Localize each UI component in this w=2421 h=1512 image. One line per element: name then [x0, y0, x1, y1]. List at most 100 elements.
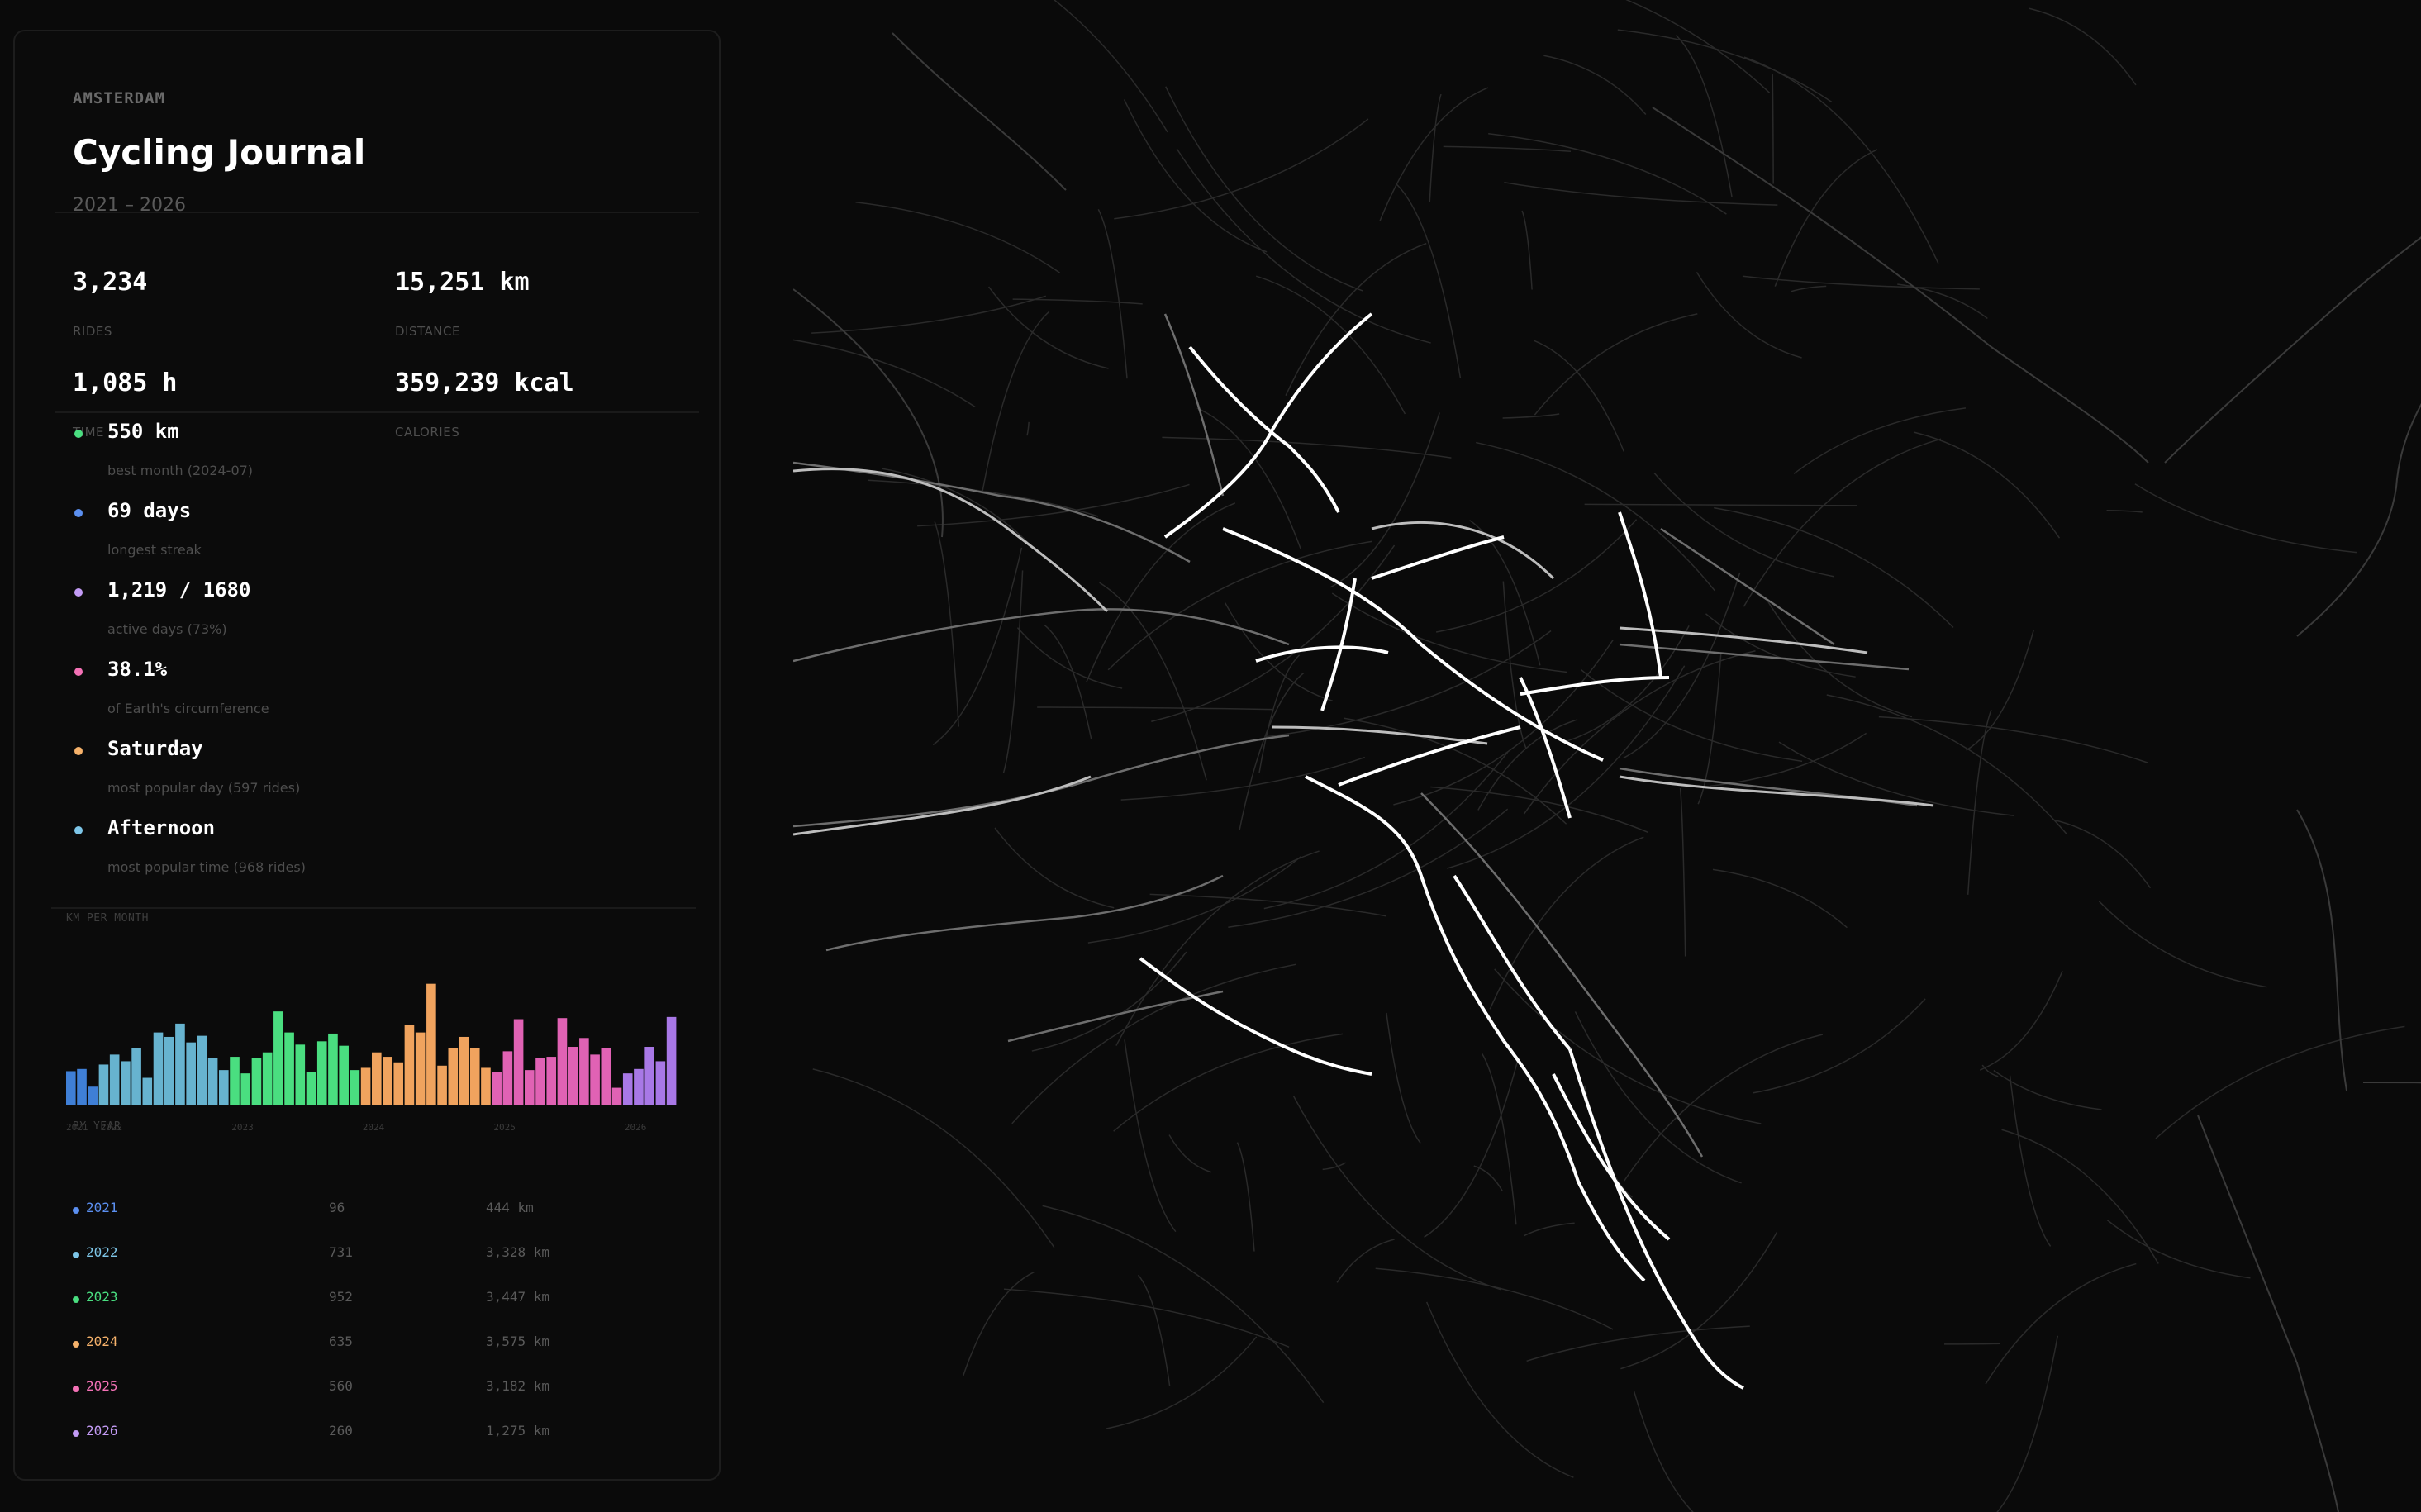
table-row[interactable]: 2022 731 3,328 km	[73, 1244, 651, 1264]
table-row[interactable]: 2024 635 3,575 km	[73, 1334, 651, 1353]
street-segment	[1752, 998, 1926, 1094]
street-segment	[1124, 1039, 1177, 1233]
chart-x-tick-label: 2023	[231, 1122, 254, 1133]
highlight-dot	[74, 668, 83, 676]
street-segment	[1196, 407, 1301, 549]
monthly-chart-label: KM PER MONTH	[66, 912, 149, 925]
table-row[interactable]: 2021 96 444 km	[73, 1200, 651, 1220]
table-row[interactable]: 2025 560 3,182 km	[73, 1378, 651, 1398]
chart-bar	[295, 1044, 306, 1105]
highlight-dot	[74, 588, 83, 597]
km-per-month-svg: 2021 2022 2023 2024 2025 2026	[66, 983, 677, 1133]
chart-bar	[383, 1057, 392, 1105]
highlight-active-days-label: active days (73%)	[107, 621, 227, 637]
chart-bar	[88, 1086, 98, 1105]
street-segment	[1026, 421, 1030, 436]
chart-bar	[546, 1057, 557, 1105]
chart-bar	[404, 1025, 415, 1105]
street-segment	[1168, 1134, 1212, 1173]
street-segment	[1336, 1239, 1395, 1283]
street-segment	[1502, 413, 1560, 419]
street-segment	[1255, 275, 1406, 415]
table-row[interactable]: 2026 260 1,275 km	[73, 1423, 651, 1443]
street-segment	[1679, 787, 1686, 957]
stats-panel: AMSTERDAM Cycling Journal 2021 – 2026 3,…	[13, 30, 721, 1481]
chart-bar	[557, 1018, 568, 1105]
street-segment	[1011, 963, 1296, 1124]
chart-bar	[175, 1023, 185, 1105]
street-segment	[1625, 0, 1771, 93]
street-segment	[1176, 148, 1431, 344]
highlight-popular-time-label: most popular time (968 rides)	[107, 859, 306, 875]
year-label: 2025	[86, 1378, 118, 1394]
table-row[interactable]: 2023 952 3,447 km	[73, 1289, 651, 1309]
chart-bar	[98, 1064, 109, 1105]
route-heatmap-map[interactable]	[793, 0, 2421, 1512]
year-km: 3,328 km	[486, 1244, 550, 1260]
chart-bar	[164, 1036, 174, 1105]
street-segment	[1225, 602, 1334, 702]
divider	[55, 411, 699, 413]
chart-bar	[579, 1038, 589, 1105]
street-segment	[882, 468, 1039, 554]
highlight-streak-label: longest streak	[107, 542, 202, 558]
stat-distance-value: 15,251 km	[395, 268, 530, 297]
chart-bar	[568, 1047, 578, 1105]
street-segment	[1979, 970, 2063, 1071]
street-segment	[1653, 473, 1834, 578]
street-segment	[1580, 668, 1803, 763]
street-segment	[1624, 1034, 1824, 1182]
chart-bar	[469, 1048, 480, 1105]
divider	[55, 212, 699, 213]
street-segment	[1584, 503, 1857, 506]
year-rides: 731	[329, 1244, 353, 1260]
street-segment	[1375, 1267, 1614, 1330]
year-rides: 952	[329, 1289, 353, 1305]
street-segment	[1913, 431, 2061, 539]
street-segment	[2001, 1129, 2159, 1264]
chart-bar	[655, 1061, 666, 1105]
stat-rides-label: RIDES	[73, 324, 112, 339]
stat-time-value: 1,085 h	[73, 368, 178, 397]
chart-bar	[251, 1058, 262, 1105]
chart-bar	[634, 1068, 644, 1105]
street-segment	[1712, 868, 1848, 929]
street-segment	[1053, 0, 1168, 133]
chart-bar	[611, 1087, 622, 1105]
chart-x-tick-label: 2026	[625, 1122, 647, 1133]
chart-bar	[601, 1048, 611, 1105]
chart-bar	[502, 1051, 513, 1106]
street-segment	[1489, 836, 1644, 1010]
street-segment	[934, 521, 959, 727]
year-label: 2026	[86, 1423, 118, 1438]
chart-bar	[350, 1070, 360, 1105]
street-segment	[1425, 1301, 1574, 1478]
year-dot	[73, 1430, 79, 1437]
highlight-dot	[74, 509, 83, 517]
year-dot	[73, 1252, 79, 1258]
street-segment	[1443, 145, 1572, 153]
chart-bar	[339, 1045, 349, 1105]
street-segment	[1292, 1096, 1501, 1291]
street-segment	[1162, 436, 1452, 459]
street-segment	[855, 201, 1060, 273]
street-segment	[1107, 540, 1372, 671]
chart-x-tick-label: 2024	[363, 1122, 385, 1133]
highlight-circumference-value: 38.1%	[107, 658, 168, 681]
street-segment	[2106, 1220, 2251, 1279]
street-segment	[1424, 1058, 1519, 1238]
street-segment	[1386, 1012, 1421, 1144]
page-title: Cycling Journal	[73, 132, 366, 173]
street-segment	[1165, 86, 1364, 292]
by-year-label: BY YEAR	[73, 1120, 121, 1133]
chart-bar	[66, 1071, 76, 1105]
km-per-month-chart: 2021 2022 2023 2024 2025 2026	[66, 965, 678, 1139]
year-dot	[73, 1296, 79, 1303]
street-segment	[1285, 242, 1427, 397]
stat-calories-label: CALORIES	[395, 425, 460, 440]
street-segment	[1429, 93, 1442, 202]
street-segment	[1675, 35, 1733, 197]
street-segment	[1097, 208, 1128, 379]
stat-distance-label: DISTANCE	[395, 324, 460, 339]
street-segment	[1981, 1064, 1999, 1077]
